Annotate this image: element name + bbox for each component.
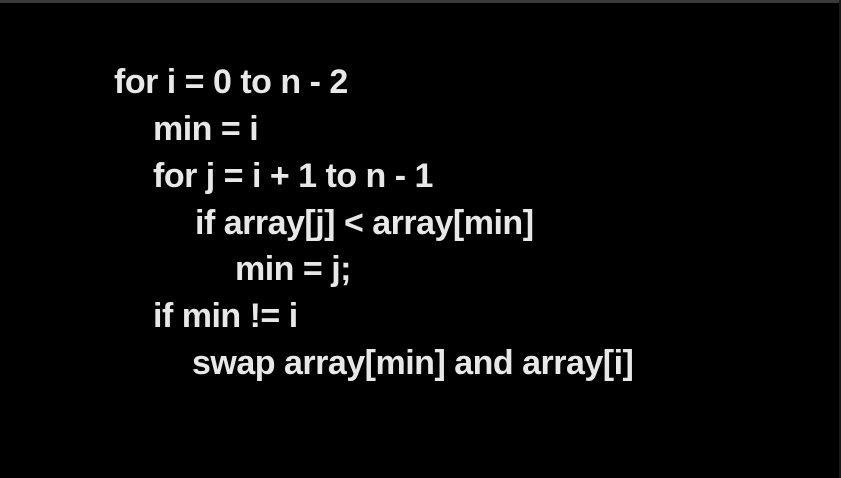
code-line-outer-for: for i = 0 to n - 2	[114, 63, 348, 101]
code-line-min-update: min = j;	[235, 250, 351, 288]
code-line-check-min: if min != i	[153, 297, 298, 335]
code-line-compare: if array[j] < array[min]	[195, 204, 534, 242]
code-line-min-init: min = i	[153, 110, 259, 148]
code-line-inner-for: for j = i + 1 to n - 1	[153, 157, 433, 195]
code-line-swap: swap array[min] and array[i]	[192, 344, 634, 382]
pseudocode-block: for i = 0 to n - 2 min = i for j = i + 1…	[0, 0, 841, 478]
slide-frame: for i = 0 to n - 2 min = i for j = i + 1…	[0, 0, 841, 478]
